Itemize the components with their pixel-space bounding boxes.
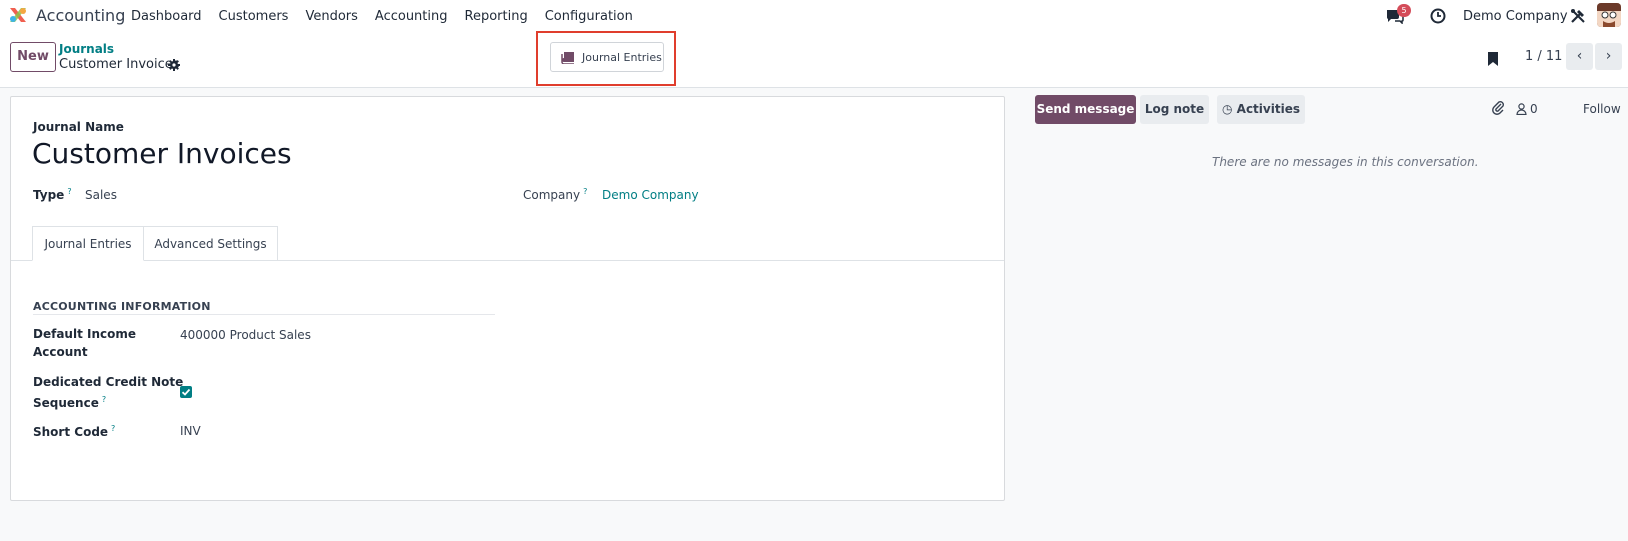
dedicated-credit-note-checkbox[interactable] bbox=[180, 386, 192, 398]
pager-previous-button[interactable]: ‹ bbox=[1566, 43, 1593, 70]
clock-icon: ◷ bbox=[1222, 102, 1237, 116]
accounting-app-icon[interactable] bbox=[9, 6, 27, 24]
message-count-badge: 5 bbox=[1397, 4, 1411, 17]
gear-icon[interactable] bbox=[168, 59, 180, 71]
menu-accounting[interactable]: Accounting bbox=[375, 9, 448, 24]
help-icon[interactable]: ? bbox=[67, 187, 71, 196]
control-panel: New Journals Customer Invoices 1 / 11 ‹ … bbox=[0, 32, 1628, 88]
main-menu: Dashboard Customers Vendors Accounting R… bbox=[131, 9, 650, 24]
menu-customers[interactable]: Customers bbox=[219, 9, 289, 24]
breadcrumb-current: Customer Invoices bbox=[59, 57, 180, 72]
dedicated-credit-note-label: Dedicated Credit Note Sequence? bbox=[33, 373, 183, 412]
new-button[interactable]: New bbox=[10, 42, 56, 72]
debug-tools-icon[interactable] bbox=[1570, 8, 1586, 24]
journal-entries-smart-button[interactable]: Journal Entries bbox=[550, 42, 664, 72]
breadcrumb-journals[interactable]: Journals bbox=[59, 42, 114, 56]
help-icon[interactable]: ? bbox=[111, 424, 115, 433]
menu-dashboard[interactable]: Dashboard bbox=[131, 9, 202, 24]
company-switcher[interactable]: Demo Company bbox=[1463, 9, 1568, 24]
activities-button[interactable]: ◷ Activities bbox=[1217, 95, 1305, 124]
tab-advanced-settings[interactable]: Advanced Settings bbox=[144, 226, 278, 261]
book-icon bbox=[561, 52, 574, 64]
log-note-button[interactable]: Log note bbox=[1140, 95, 1209, 124]
section-title: ACCOUNTING INFORMATION bbox=[33, 300, 211, 313]
short-code-field[interactable]: INV bbox=[180, 424, 201, 438]
short-code-label: Short Code? bbox=[33, 420, 115, 441]
journal-name-label: Journal Name bbox=[33, 120, 124, 134]
top-navbar: Accounting Dashboard Customers Vendors A… bbox=[0, 0, 1628, 32]
type-field[interactable]: Sales bbox=[85, 188, 117, 202]
followers-icon[interactable] bbox=[1516, 103, 1527, 115]
type-label-text: Type bbox=[33, 188, 65, 202]
label-line: Sequence bbox=[33, 396, 99, 410]
avatar-image bbox=[1597, 3, 1621, 27]
company-field[interactable]: Demo Company bbox=[602, 188, 699, 202]
label-line: Default Income bbox=[33, 327, 136, 341]
check-icon bbox=[181, 388, 191, 396]
app-name[interactable]: Accounting bbox=[36, 6, 125, 25]
label-line: Account bbox=[33, 345, 88, 359]
journal-name-field[interactable]: Customer Invoices bbox=[32, 137, 292, 170]
pager-next-button[interactable]: › bbox=[1595, 43, 1622, 70]
user-avatar[interactable] bbox=[1597, 3, 1621, 27]
menu-configuration[interactable]: Configuration bbox=[545, 9, 633, 24]
short-code-label-text: Short Code bbox=[33, 425, 109, 439]
menu-reporting[interactable]: Reporting bbox=[465, 9, 528, 24]
send-message-button[interactable]: Send message bbox=[1035, 95, 1136, 124]
menu-vendors[interactable]: Vendors bbox=[305, 9, 357, 24]
smart-button-label: Journal Entries bbox=[582, 51, 662, 64]
help-icon[interactable]: ? bbox=[102, 395, 106, 404]
company-label: Company? bbox=[523, 187, 587, 202]
help-icon[interactable]: ? bbox=[583, 187, 587, 196]
followers-count[interactable]: 0 bbox=[1530, 102, 1538, 116]
label-line: Dedicated Credit Note bbox=[33, 375, 184, 389]
clock-icon[interactable] bbox=[1430, 8, 1446, 24]
company-label-text: Company bbox=[523, 188, 581, 202]
default-income-account-label: Default Income Account bbox=[33, 325, 136, 361]
empty-chatter-message: There are no messages in this conversati… bbox=[1212, 155, 1479, 169]
bookmark-icon[interactable] bbox=[1487, 51, 1499, 67]
follow-button[interactable]: Follow bbox=[1583, 102, 1621, 116]
activities-label: Activities bbox=[1236, 102, 1300, 116]
type-label: Type? bbox=[33, 187, 72, 202]
tab-journal-entries[interactable]: Journal Entries bbox=[32, 226, 144, 261]
form-sheet: Journal Name Customer Invoices Type? Sal… bbox=[10, 96, 1005, 501]
pager-value[interactable]: 1 / 11 bbox=[1525, 49, 1562, 64]
section-divider bbox=[33, 314, 495, 315]
default-income-account-field[interactable]: 400000 Product Sales bbox=[180, 328, 311, 342]
attachment-icon[interactable] bbox=[1491, 100, 1505, 115]
